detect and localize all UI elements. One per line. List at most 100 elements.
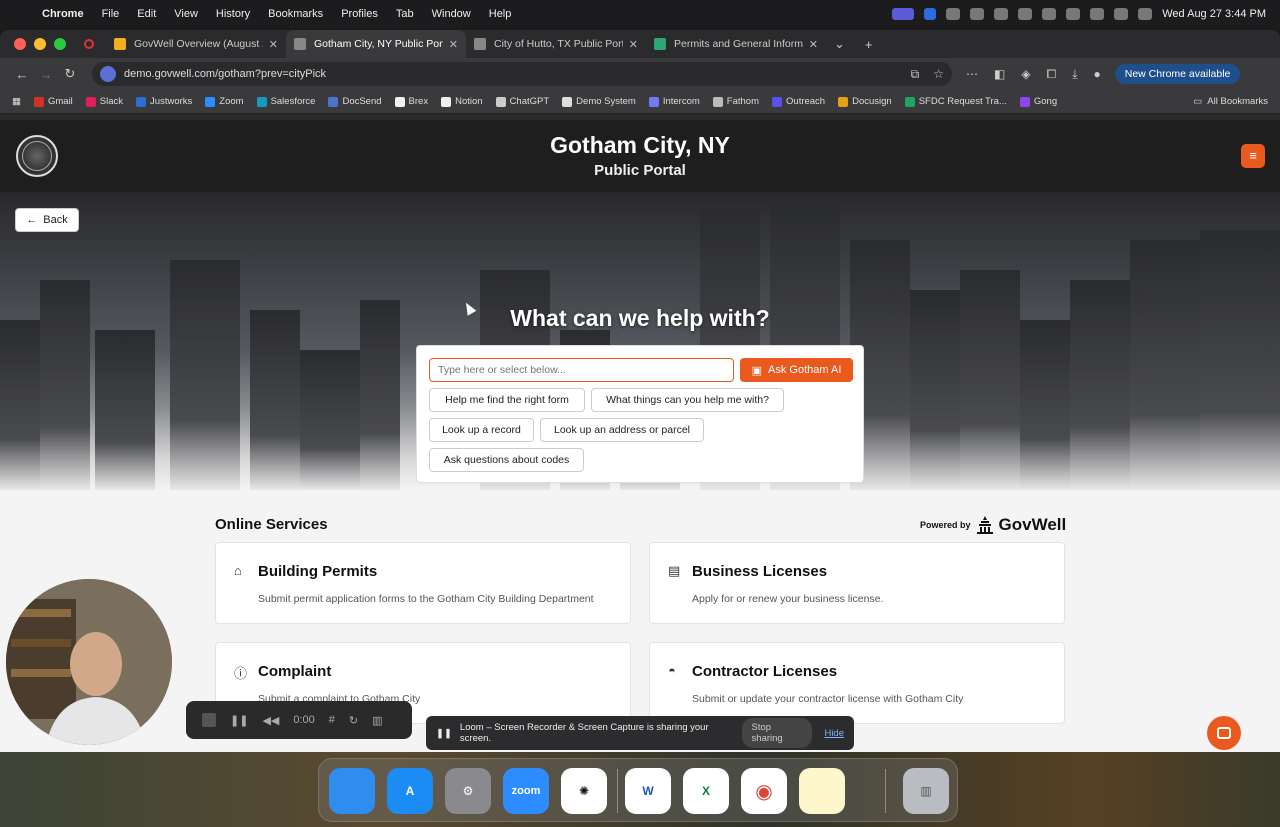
bookmark-justworks[interactable]: Justworks: [136, 96, 192, 107]
download-icon[interactable]: ⤓: [1072, 67, 1077, 82]
reload-icon[interactable]: ↻: [58, 66, 82, 82]
bookmark-fathom[interactable]: Fathom: [712, 96, 759, 107]
word-app-icon[interactable]: W: [625, 768, 671, 814]
menu-bookmarks[interactable]: Bookmarks: [268, 8, 323, 20]
chatgpt-status-icon[interactable]: [946, 8, 961, 20]
restart-icon[interactable]: ↻: [349, 714, 358, 727]
menu-tab[interactable]: Tab: [396, 8, 414, 20]
apps-grid-icon[interactable]: ▦: [12, 96, 21, 107]
close-tab-icon[interactable]: ✕: [269, 38, 278, 51]
tab-permits-info[interactable]: Permits and General Information ✕: [646, 30, 826, 58]
menu-view[interactable]: View: [174, 8, 198, 20]
pause-icon[interactable]: ❚❚: [230, 714, 248, 727]
menu-edit[interactable]: Edit: [137, 8, 156, 20]
help-search-input[interactable]: [429, 358, 734, 382]
extension-icon[interactable]: ◧: [994, 67, 1005, 82]
all-bookmarks[interactable]: ▭ All Bookmarks: [1193, 96, 1268, 107]
excel-app-icon[interactable]: X: [683, 768, 729, 814]
bookmark-slack[interactable]: Slack: [85, 96, 123, 107]
chip-lookup-record[interactable]: Look up a record: [429, 418, 534, 442]
chatgpt-app-icon[interactable]: ✺: [561, 768, 607, 814]
rewind-icon[interactable]: ◀◀: [262, 714, 279, 727]
url-text[interactable]: demo.govwell.com/gotham?prev=cityPick: [124, 68, 897, 80]
forward-arrow-icon[interactable]: →: [34, 67, 58, 82]
back-arrow-icon[interactable]: ←: [10, 67, 34, 82]
bookmark-outreach[interactable]: Outreach: [772, 96, 825, 107]
notes-app-icon[interactable]: [799, 768, 845, 814]
close-window-button[interactable]: [14, 38, 26, 50]
minimize-window-button[interactable]: [34, 38, 46, 50]
chip-find-form[interactable]: Help me find the right form: [429, 388, 585, 412]
hide-banner-link[interactable]: Hide: [824, 728, 844, 739]
fullscreen-window-button[interactable]: [54, 38, 66, 50]
close-tab-icon[interactable]: ✕: [629, 38, 638, 51]
app-store-icon[interactable]: A: [387, 768, 433, 814]
close-tab-icon[interactable]: ✕: [809, 38, 818, 51]
search-icon[interactable]: [1114, 8, 1129, 20]
support-chat-button[interactable]: [1207, 716, 1241, 750]
address-bar[interactable]: demo.govwell.com/gotham?prev=cityPick ⧉ …: [92, 62, 952, 86]
bookmark-gmail[interactable]: Gmail: [33, 96, 73, 107]
shield-extension-icon[interactable]: ◈: [1021, 67, 1030, 82]
menu-history[interactable]: History: [216, 8, 250, 20]
menu-help[interactable]: Help: [489, 8, 512, 20]
bookmark-zoom[interactable]: Zoom: [205, 96, 244, 107]
bookmark-sfdc-request[interactable]: SFDC Request Tra...: [904, 96, 1007, 107]
service-card-business-licenses[interactable]: ▤ Business Licenses Apply for or renew y…: [649, 542, 1065, 624]
apple-icon[interactable]: [14, 7, 28, 21]
trash-icon[interactable]: ▥: [903, 768, 949, 814]
menu-profiles[interactable]: Profiles: [341, 8, 378, 20]
arc-status-icon[interactable]: [1018, 8, 1033, 20]
zoom-status-icon[interactable]: [924, 8, 937, 20]
wifi-alt-icon[interactable]: [994, 8, 1009, 20]
back-button[interactable]: ← Back: [15, 208, 79, 232]
cast-icon[interactable]: ⧉: [911, 67, 920, 82]
battery-icon[interactable]: [1066, 8, 1081, 20]
bookmark-brex[interactable]: Brex: [394, 96, 428, 107]
clock[interactable]: Wed Aug 27 3:44 PM: [1162, 8, 1266, 20]
moon-icon[interactable]: [1042, 8, 1057, 20]
chip-code-questions[interactable]: Ask questions about codes: [429, 448, 584, 472]
bookmark-salesforce[interactable]: Salesforce: [256, 96, 315, 107]
bookmark-star-icon[interactable]: ☆: [933, 67, 944, 81]
menu-window[interactable]: Window: [432, 8, 471, 20]
screen-share-icon[interactable]: [892, 8, 915, 20]
system-settings-icon[interactable]: ⚙: [445, 768, 491, 814]
pause-sharing-icon[interactable]: ❚❚: [436, 728, 452, 739]
bookmark-demo-system[interactable]: Demo System: [562, 96, 636, 107]
draw-grid-icon[interactable]: #: [329, 714, 335, 726]
service-card-contractor-licenses[interactable]: ◓ Contractor Licenses Submit or update y…: [649, 642, 1065, 724]
bookmark-docsend[interactable]: DocSend: [328, 96, 382, 107]
puzzle-icon[interactable]: ⧠: [1047, 67, 1057, 82]
zoom-app-icon[interactable]: zoom: [503, 768, 549, 814]
bookmark-notion[interactable]: Notion: [441, 96, 483, 107]
wifi-icon[interactable]: [1090, 8, 1105, 20]
new-chrome-available-button[interactable]: New Chrome available: [1114, 64, 1241, 84]
stop-recording-button[interactable]: [202, 713, 216, 727]
more-extensions-icon[interactable]: ⋯: [966, 67, 978, 82]
bookmark-docusign[interactable]: Docusign: [838, 96, 892, 107]
webcam-bubble[interactable]: [6, 579, 172, 745]
chip-what-can-you-do[interactable]: What things can you help me with?: [591, 388, 784, 412]
bookmark-intercom[interactable]: Intercom: [648, 96, 700, 107]
delete-icon[interactable]: ▥: [372, 714, 382, 727]
finder-icon[interactable]: [329, 768, 375, 814]
ask-gotham-ai-button[interactable]: ▣ Ask Gotham AI: [740, 358, 853, 382]
hamburger-menu-button[interactable]: ≡: [1241, 144, 1265, 168]
tab-gotham-portal[interactable]: Gotham City, NY Public Portal ✕: [286, 30, 466, 58]
chip-lookup-address[interactable]: Look up an address or parcel: [540, 418, 704, 442]
stop-sharing-button[interactable]: Stop sharing: [741, 718, 813, 748]
close-tab-icon[interactable]: ✕: [449, 38, 458, 51]
site-info-icon[interactable]: [100, 66, 116, 82]
bookmark-gong[interactable]: Gong: [1019, 96, 1057, 107]
new-tab-icon[interactable]: +: [865, 37, 873, 52]
chrome-app-icon[interactable]: ◉: [741, 768, 787, 814]
control-center-icon[interactable]: [1138, 8, 1153, 20]
service-card-building-permits[interactable]: ⌂ Building Permits Submit permit applica…: [215, 542, 631, 624]
menu-app-chrome[interactable]: Chrome: [42, 8, 84, 20]
tab-hutto-portal[interactable]: City of Hutto, TX Public Portal ✕: [466, 30, 646, 58]
profile-avatar-icon[interactable]: ●: [1094, 67, 1101, 82]
tab-search-chevron-icon[interactable]: ⌄: [834, 36, 845, 52]
vimeo-status-icon[interactable]: [970, 8, 985, 20]
menu-file[interactable]: File: [102, 8, 120, 20]
